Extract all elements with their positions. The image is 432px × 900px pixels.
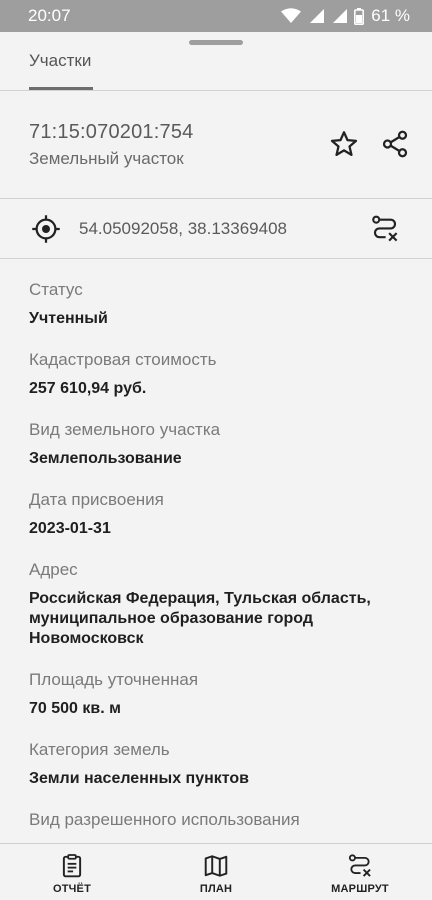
field-label: Статус — [29, 280, 83, 299]
crosshair-icon — [32, 215, 60, 243]
field-value: Российская Федерация, Тульская область, … — [29, 590, 371, 647]
parcel-type: Земельный участок — [29, 149, 184, 168]
nav-route[interactable]: МАРШРУТ — [325, 844, 395, 900]
signal-icon — [310, 9, 325, 23]
field-label: Адрес — [29, 560, 78, 579]
nav-plan-label: ПЛАН — [199, 883, 233, 895]
signal-icon — [333, 9, 348, 23]
field-label: Площадь уточненная — [29, 670, 199, 689]
coordinates-text[interactable]: 54.05092058, 38.13369408 — [79, 219, 287, 239]
battery-level: 61 % — [371, 6, 410, 25]
status-bar: 20:07 61 % — [0, 0, 432, 32]
bottom-sheet: Участки 71:15:070201:754 Земельный участ… — [0, 32, 432, 900]
field-assigned-date: Дата присвоения 2023-01-31 — [29, 489, 409, 539]
field-value: Учтенный — [29, 310, 108, 327]
tab-parcels[interactable]: Участки — [29, 51, 91, 71]
field-value: 257 610,94 руб. — [29, 380, 147, 397]
status-icons: 61 % — [281, 6, 410, 26]
field-area: Площадь уточненная 70 500 кв. м — [29, 669, 409, 719]
route-off-button[interactable] — [369, 213, 401, 245]
field-value: 2023-01-31 — [29, 520, 111, 537]
field-land-kind: Вид земельного участка Землепользование — [29, 419, 409, 469]
star-icon — [330, 131, 358, 156]
locate-button[interactable] — [31, 214, 61, 244]
field-land-category: Категория земель Земли населенных пункто… — [29, 739, 409, 789]
field-permitted-use: Вид разрешенного использования — [29, 809, 409, 839]
field-label: Дата присвоения — [29, 490, 164, 509]
parcel-header: 71:15:070201:754 Земельный участок — [0, 91, 432, 199]
nav-plan[interactable]: ПЛАН — [186, 844, 246, 900]
nav-report[interactable]: ОТЧЁТ — [42, 844, 102, 900]
field-address: Адрес Российская Федерация, Тульская обл… — [29, 559, 389, 649]
tab-indicator — [29, 87, 93, 90]
parcel-details: Статус Учтенный Кадастровая стоимость 25… — [0, 259, 432, 841]
nav-report-label: ОТЧЁТ — [52, 883, 92, 895]
favorite-button[interactable] — [328, 128, 360, 160]
field-label: Вид земельного участка — [29, 420, 221, 439]
share-icon — [382, 130, 408, 158]
field-value: Землепользование — [29, 450, 182, 467]
field-label: Вид разрешенного использования — [29, 810, 300, 829]
field-value: Земли населенных пунктов — [29, 770, 250, 787]
coordinates-row: 54.05092058, 38.13369408 — [0, 199, 432, 259]
tab-bar: Участки — [0, 32, 432, 91]
field-label: Категория земель — [29, 740, 170, 759]
map-icon — [204, 855, 228, 877]
field-value: 70 500 кв. м — [29, 700, 121, 717]
route-off-icon — [372, 215, 398, 242]
wifi-icon — [281, 8, 302, 23]
battery-icon — [354, 7, 365, 25]
field-label: Кадастровая стоимость — [29, 350, 217, 369]
share-button[interactable] — [378, 128, 412, 160]
status-time: 20:07 — [28, 6, 71, 25]
cadastral-number: 71:15:070201:754 — [29, 121, 194, 143]
nav-route-label: МАРШРУТ — [331, 883, 389, 895]
field-status: Статус Учтенный — [29, 279, 409, 329]
clipboard-icon — [62, 854, 82, 878]
route-off-icon — [348, 854, 371, 877]
field-cadastral-value: Кадастровая стоимость 257 610,94 руб. — [29, 349, 409, 399]
bottom-navigation: ОТЧЁТ ПЛАН МАРШРУТ — [0, 843, 432, 900]
